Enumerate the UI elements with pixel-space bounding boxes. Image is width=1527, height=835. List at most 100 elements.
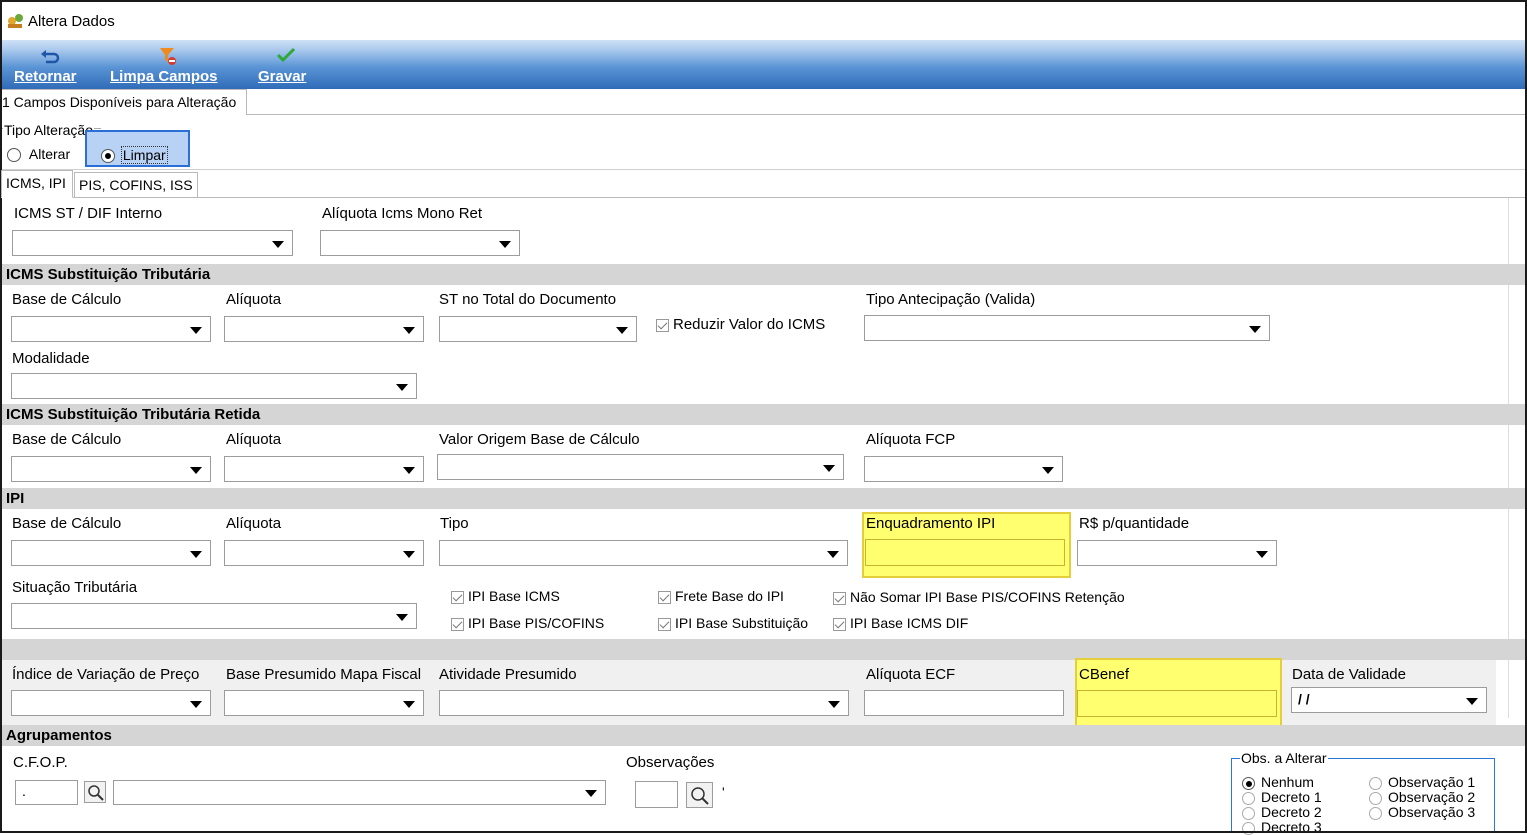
ipi-base-icms-checkbox[interactable]: IPI Base ICMS [451,588,560,604]
radio-alterar[interactable]: Alterar [7,146,70,163]
retida-aliquota-combo[interactable] [224,456,424,482]
tab-icms-ipi[interactable]: ICMS, IPI [1,170,73,198]
chevron-down-icon [1249,326,1261,333]
chevron-down-icon [823,465,835,472]
chevron-down-icon [403,701,415,708]
valor-origem-combo[interactable] [437,454,844,480]
search-icon [88,785,104,801]
st-total-combo[interactable] [439,316,637,342]
cfop-label: C.F.O.P. [13,754,68,771]
checkbox-icon[interactable] [658,590,671,604]
ipi-tipo-combo[interactable] [439,540,848,566]
aliquota-mono-combo[interactable] [320,230,520,256]
radio-obs1[interactable]: Observação 1 [1369,774,1475,790]
back-button[interactable]: Retornar [14,40,86,89]
st-aliquota-combo[interactable] [224,316,424,342]
rs-quantidade-combo[interactable] [1077,540,1277,566]
radio-limpar-focus[interactable]: Limpar [85,130,190,167]
app-icon [8,14,23,28]
radio-circle[interactable] [1242,806,1255,820]
radio-limpar-label: Limpar [120,146,168,164]
situacao-combo[interactable] [11,603,417,629]
radio-alterar-circle[interactable] [7,148,21,163]
aliquota-mono-label: Alíquota Icms Mono Ret [322,205,483,222]
checkbox-icon[interactable] [451,590,464,604]
nao-somar-label: Não Somar IPI Base PIS/COFINS Retenção [850,589,1125,605]
cfop-combo[interactable] [113,780,606,805]
ipi-icms-dif-checkbox[interactable]: IPI Base ICMS DIF [833,615,968,631]
cfop-input[interactable]: . [15,780,78,805]
clear-fields-button[interactable]: Limpa Campos [110,40,222,89]
checkbox-icon[interactable] [656,318,669,332]
back-arrow-icon [41,50,60,64]
save-label: Gravar [258,68,307,85]
ipi-base-pis-checkbox[interactable]: IPI Base PIS/COFINS [451,615,604,631]
cfop-value: . [22,783,26,799]
enquadramento-input[interactable] [865,539,1065,566]
frete-base-checkbox[interactable]: Frete Base do IPI [658,588,784,604]
radio-obs2[interactable]: Observação 2 [1369,789,1475,805]
chevron-down-icon [190,467,202,474]
chevron-down-icon [1042,467,1054,474]
atividade-combo[interactable] [439,690,849,716]
observacoes-input[interactable] [635,781,678,808]
chevron-down-icon [396,384,408,391]
reduzir-label: Reduzir Valor do ICMS [673,316,826,333]
section-blank [1,639,1525,660]
icms-st-dif-combo[interactable] [12,230,293,256]
indice-combo[interactable] [11,690,211,716]
chevron-down-icon [499,241,511,248]
clear-filter-icon [160,48,176,65]
radio-circle[interactable] [1369,776,1382,790]
cbenef-input[interactable] [1077,690,1277,717]
radio-nenhum[interactable]: Nenhum [1242,774,1314,790]
chevron-down-icon [190,327,202,334]
data-validade-combo[interactable]: / / [1291,687,1487,713]
window-title: Altera Dados [28,13,115,30]
checkbox-icon[interactable] [833,591,846,605]
radio-circle[interactable] [1369,791,1382,805]
radio-obs3[interactable]: Observação 3 [1369,804,1475,820]
ipi-aliquota-combo[interactable] [224,540,424,566]
base-presumido-label: Base Presumido Mapa Fiscal [226,666,422,683]
radio-limpar-circle[interactable] [101,149,115,164]
observacoes-search-button[interactable] [686,782,713,808]
st-total-label: ST no Total do Documento [439,291,617,308]
cbenef-label: CBenef [1079,666,1130,683]
ipi-base-icms-label: IPI Base ICMS [468,588,560,604]
data-validade-value: / / [1298,691,1310,707]
radio-decreto1[interactable]: Decreto 1 [1242,789,1322,805]
tab-pis-cofins-iss[interactable]: PIS, COFINS, ISS [74,172,198,198]
ipi-base-subst-checkbox[interactable]: IPI Base Substituição [658,615,808,631]
chevron-down-icon [585,790,597,797]
nao-somar-checkbox[interactable]: Não Somar IPI Base PIS/COFINS Retenção [833,589,1125,605]
clear-fields-label: Limpa Campos [110,68,218,85]
reduzir-checkbox[interactable]: Reduzir Valor do ICMS [656,316,825,333]
checkbox-icon[interactable] [833,617,846,631]
aliquota-ecf-input[interactable] [864,690,1064,716]
section-ipi: IPI [1,488,1525,509]
cfop-search-button[interactable] [84,781,106,803]
save-button[interactable]: Gravar [258,40,314,89]
tab-divider [247,114,1525,115]
radio-decreto2[interactable]: Decreto 2 [1242,804,1322,820]
chevron-down-icon [828,701,840,708]
radio-decreto2-label: Decreto 2 [1261,804,1322,820]
modalidade-combo[interactable] [11,373,417,399]
radio-circle[interactable] [1242,776,1255,790]
base-presumido-combo[interactable] [224,690,424,716]
radio-circle[interactable] [1369,806,1382,820]
checkbox-icon[interactable] [658,617,671,631]
tipo-antecipacao-combo[interactable] [864,315,1270,341]
ipi-base-calculo-combo[interactable] [11,540,211,566]
chevron-down-icon [403,467,415,474]
tab-campos-disponiveis[interactable]: 1 Campos Disponíveis para Alteração [0,89,247,115]
retida-base-calculo-combo[interactable] [11,456,211,482]
radio-obs1-label: Observação 1 [1388,774,1476,790]
separator [0,169,1525,170]
aliquota-fcp-combo[interactable] [864,456,1063,482]
radio-circle[interactable] [1242,791,1255,805]
st-base-calculo-combo[interactable] [11,316,211,342]
tipo-alteracao-group: Tipo Alteração Alterar Limpar [1,122,191,168]
checkbox-icon[interactable] [451,617,464,631]
